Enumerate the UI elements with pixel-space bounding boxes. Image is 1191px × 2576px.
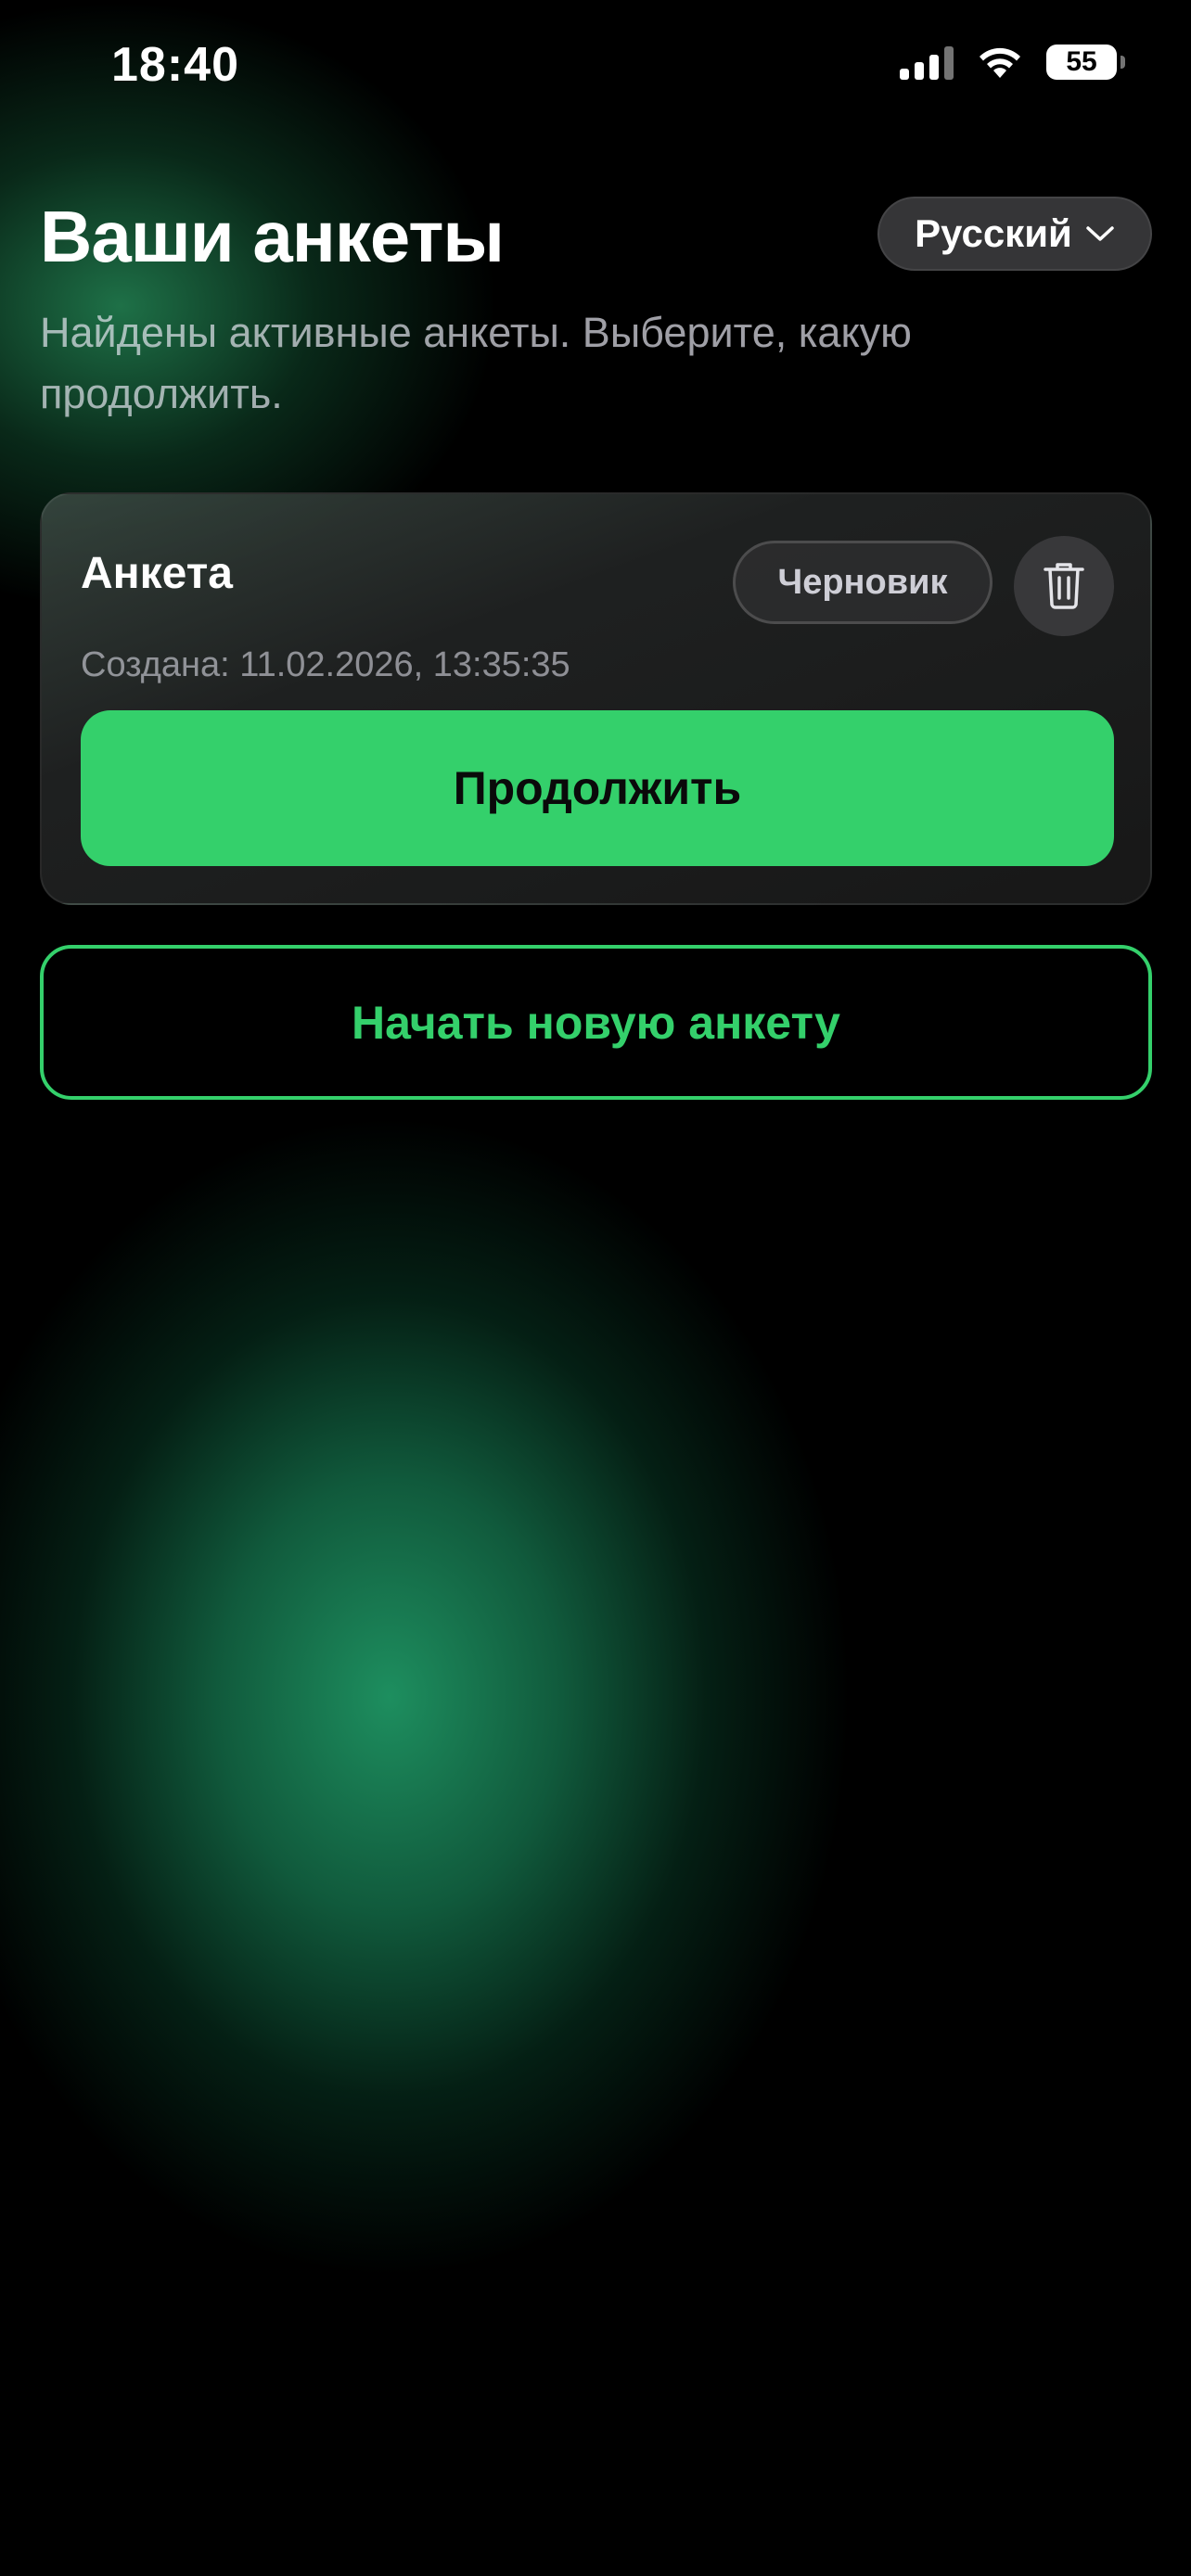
wifi-icon (980, 47, 1020, 78)
delete-button[interactable] (1014, 536, 1114, 636)
battery-icon: 55 (1046, 45, 1125, 80)
status-badge: Черновик (733, 541, 992, 624)
battery-level: 55 (1066, 46, 1097, 77)
language-selector[interactable]: Русский (877, 197, 1152, 271)
status-icons: 55 (900, 45, 1125, 80)
page-title: Ваши анкеты (40, 196, 505, 277)
status-bar: 18:40 55 (0, 0, 1191, 130)
trash-icon (1044, 563, 1084, 609)
form-title: Анкета (81, 549, 233, 598)
page-subtitle: Найдены активные анкеты. Выберите, какую… (40, 309, 912, 417)
form-card: Анкета Черновик Создана: 11.02.2026, 13:… (40, 492, 1152, 905)
start-new-form-button[interactable]: Начать новую анкету (40, 945, 1152, 1100)
chevron-down-icon (1086, 226, 1114, 241)
language-label: Русский (915, 211, 1072, 255)
continue-button[interactable]: Продолжить (81, 710, 1114, 866)
status-time: 18:40 (111, 38, 239, 92)
signal-icon (900, 45, 954, 80)
created-date: Создана: 11.02.2026, 13:35:35 (81, 645, 570, 684)
